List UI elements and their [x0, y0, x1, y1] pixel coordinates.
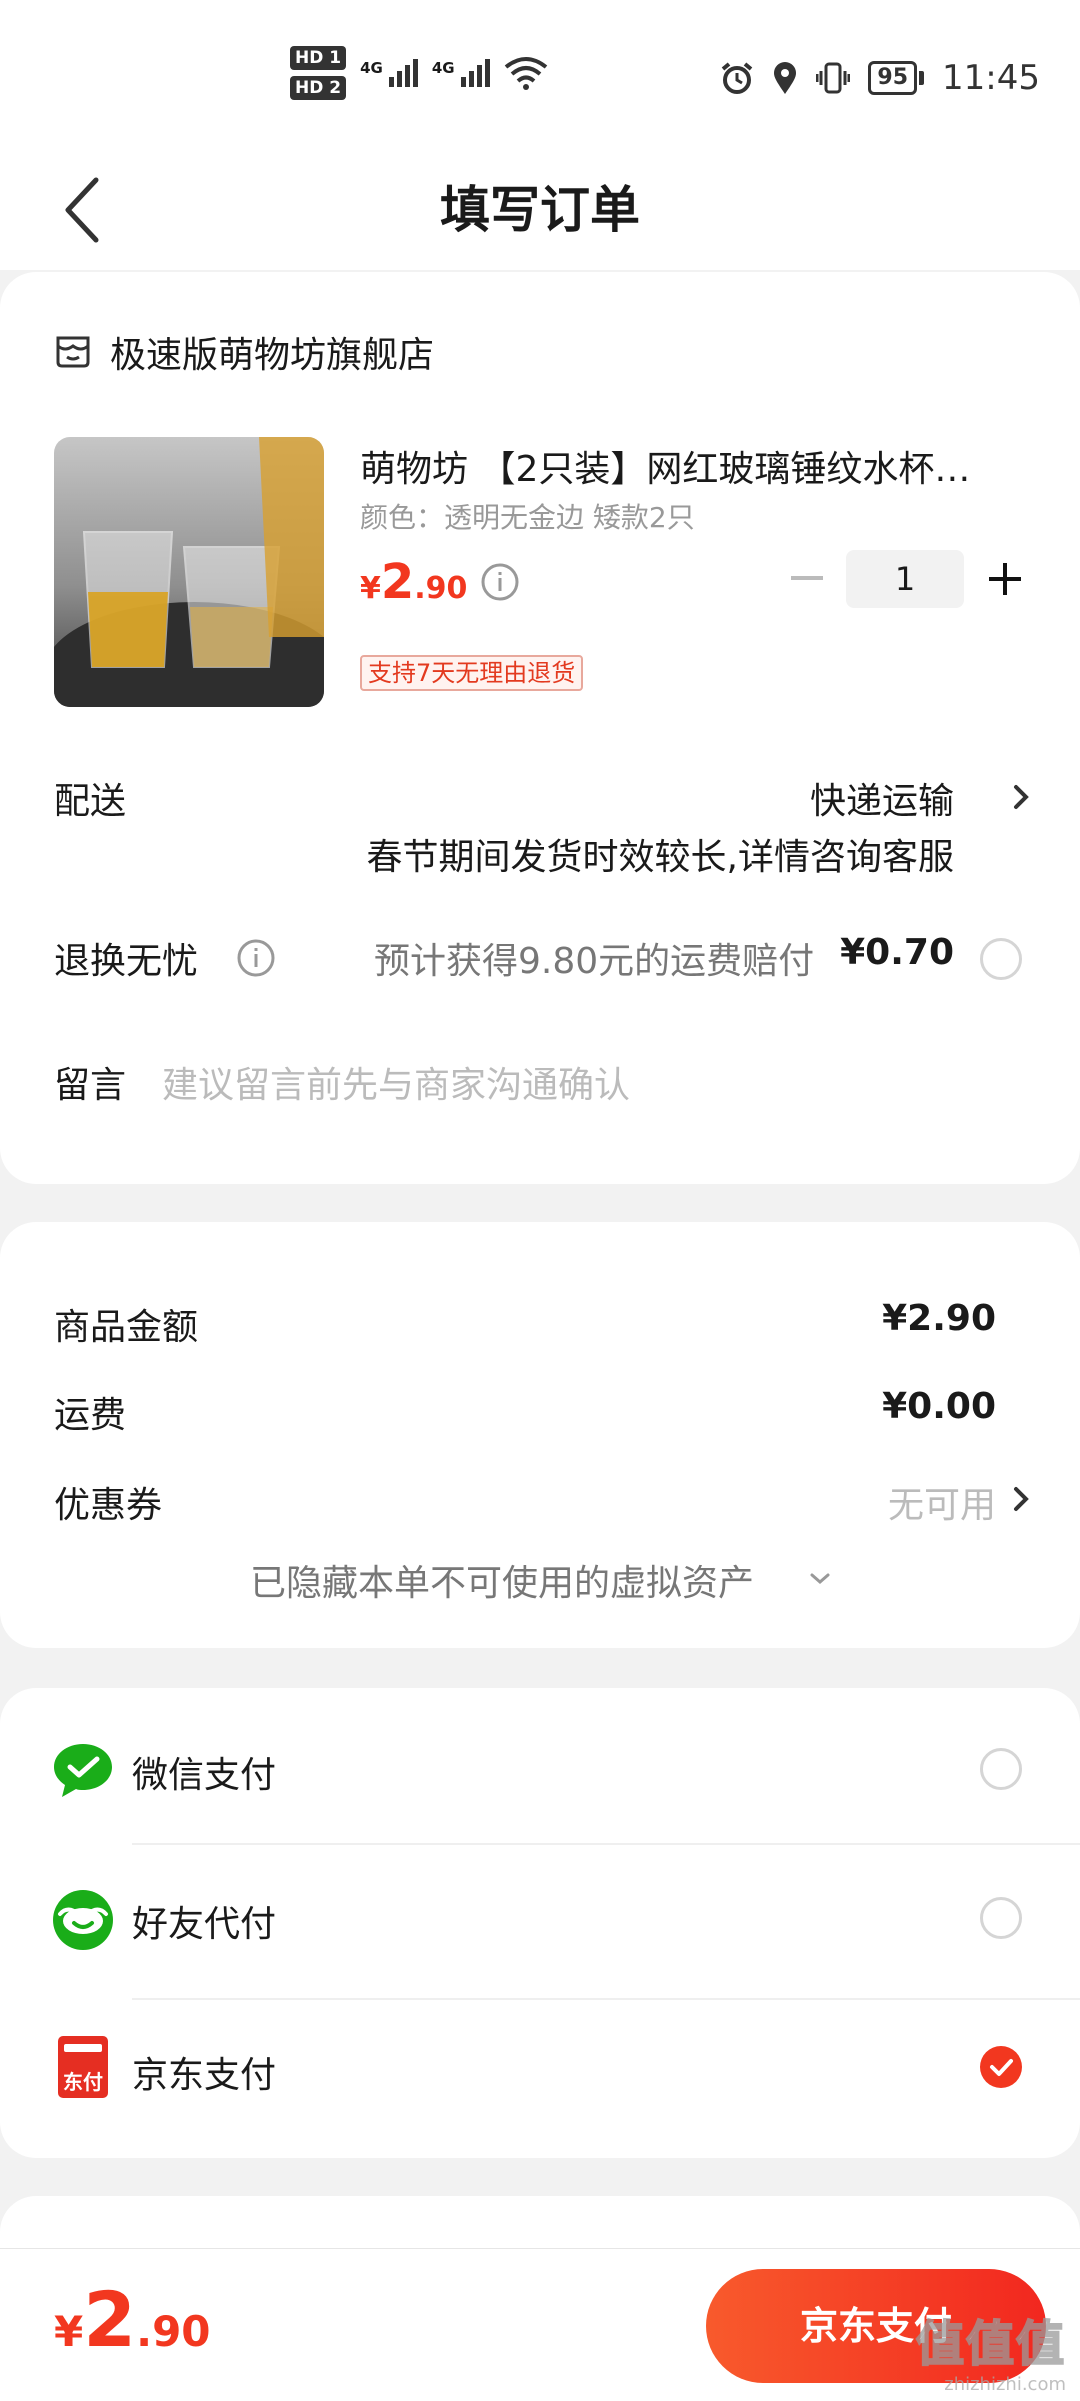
- payment-option-friend[interactable]: 好友代付: [0, 1843, 1080, 1993]
- total-price-int: 2: [83, 2275, 137, 2364]
- payment-label-friend: 好友代付: [132, 1904, 277, 1945]
- price-dec: .90: [414, 571, 468, 606]
- total-price-dec: .90: [136, 2307, 211, 2356]
- watermark-sub: zhizhizhi.com: [944, 2374, 1066, 2395]
- delivery-method[interactable]: 快递运输: [810, 772, 954, 824]
- price-int: 2: [380, 554, 415, 610]
- price-summary-card: 商品金额 ¥2.90 运费 ¥0.00 优惠券 无可用 已隐藏本单不可使用的虚拟…: [0, 1222, 1080, 1648]
- status-right: 95 11:45: [720, 58, 1040, 98]
- product-title[interactable]: 萌物坊 【2只装】网红玻璃锤纹水杯…: [360, 440, 970, 492]
- signal-icon-2: 4G: [432, 59, 490, 87]
- payment-label-wechat: 微信支付: [132, 1755, 277, 1796]
- return-policy-badge: 支持7天无理由退货: [360, 655, 584, 691]
- worry-free-desc: 预计获得9.80元的运费赔付: [374, 941, 815, 982]
- product-image[interactable]: [54, 437, 324, 707]
- battery-level: 95: [868, 61, 918, 95]
- page-title: 填写订单: [440, 181, 640, 239]
- coupon-chevron-icon[interactable]: [1010, 1484, 1032, 1514]
- product-spec[interactable]: 颜色：透明无金边 矮款2只: [360, 496, 695, 536]
- payment-radio-wechat[interactable]: [980, 1748, 1022, 1790]
- battery-icon: 95: [868, 61, 925, 95]
- watermark-main: 值值值: [915, 2315, 1066, 2373]
- payment-radio-friend[interactable]: [980, 1897, 1022, 1939]
- page-header: 填写订单: [0, 150, 1080, 270]
- jd-pay-icon: 东付: [58, 2036, 108, 2098]
- store-icon: [56, 336, 90, 368]
- goods-amount-label: 商品金额: [54, 1307, 199, 1348]
- chevron-right-icon[interactable]: [1010, 782, 1032, 812]
- location-icon: [774, 62, 797, 94]
- payment-option-jd[interactable]: 东付 京东支付: [0, 1998, 1080, 2148]
- status-left: HD 1 HD 2 4G 4G: [290, 46, 548, 100]
- signal-icon-1: 4G: [360, 59, 418, 87]
- wechat-pay-icon: [54, 1744, 112, 1797]
- jd-pay-icon-text: 东付: [63, 2070, 103, 2094]
- minus-icon[interactable]: [790, 568, 824, 588]
- payment-methods-card: 微信支付 好友代付 东付 京东支付: [0, 1688, 1080, 2158]
- status-bar: HD 1 HD 2 4G 4G 95 11:45: [0, 0, 1080, 150]
- freight-value: ¥0.00: [882, 1386, 996, 1427]
- store-name[interactable]: 极速版萌物坊旗舰店: [110, 326, 434, 378]
- hidden-assets-note[interactable]: 已隐藏本单不可使用的虚拟资产: [250, 1554, 754, 1606]
- hd-indicators: HD 1 HD 2: [290, 46, 347, 100]
- freight-label: 运费: [54, 1395, 127, 1436]
- message-label: 留言: [54, 1065, 127, 1106]
- wifi-icon: [504, 57, 547, 90]
- chevron-down-icon[interactable]: [808, 1570, 832, 1588]
- coupon-label: 优惠券: [54, 1485, 163, 1526]
- order-item-card: 极速版萌物坊旗舰店 萌物坊 【2只装】网红玻璃锤纹水杯… 颜色：透明无金边 矮款…: [0, 272, 1080, 1184]
- bottom-bar: ¥2.90 京东支付 值值值 zhizhizhi.com: [0, 2248, 1080, 2401]
- vibrate-icon: [816, 62, 851, 94]
- watermark: 值值值 zhizhizhi.com: [915, 2304, 1066, 2395]
- payment-option-wechat[interactable]: 微信支付: [0, 1688, 1080, 1838]
- product-price: ¥2.90: [360, 554, 467, 610]
- plus-icon[interactable]: [988, 562, 1022, 596]
- message-input[interactable]: 建议留言前先与商家沟通确认: [162, 1056, 630, 1108]
- delivery-note: 春节期间发货时效较长,详情咨询客服: [366, 837, 954, 878]
- total-price: ¥2.90: [54, 2275, 211, 2364]
- quantity-input[interactable]: 1: [846, 550, 964, 608]
- alarm-icon: [722, 62, 753, 94]
- price-symbol: ¥: [360, 571, 381, 606]
- info-icon[interactable]: [480, 562, 520, 602]
- worry-free-price: ¥0.70: [840, 932, 954, 973]
- hd2-badge: HD 2: [290, 76, 347, 100]
- worry-free-label: 退换无忧: [54, 941, 199, 982]
- check-icon: [990, 2059, 1013, 2076]
- total-price-symbol: ¥: [54, 2307, 84, 2356]
- worry-free-info-icon[interactable]: [236, 938, 276, 978]
- payment-label-jd: 京东支付: [132, 2055, 277, 2096]
- hd1-badge: HD 1: [290, 46, 347, 70]
- coupon-value[interactable]: 无可用: [888, 1476, 996, 1528]
- delivery-label: 配送: [54, 781, 127, 822]
- payment-radio-jd[interactable]: [980, 2046, 1022, 2088]
- clock-time: 11:45: [942, 58, 1040, 98]
- worry-free-radio[interactable]: [980, 938, 1022, 980]
- goods-amount-value: ¥2.90: [882, 1298, 996, 1339]
- friend-pay-icon: [53, 1890, 113, 1950]
